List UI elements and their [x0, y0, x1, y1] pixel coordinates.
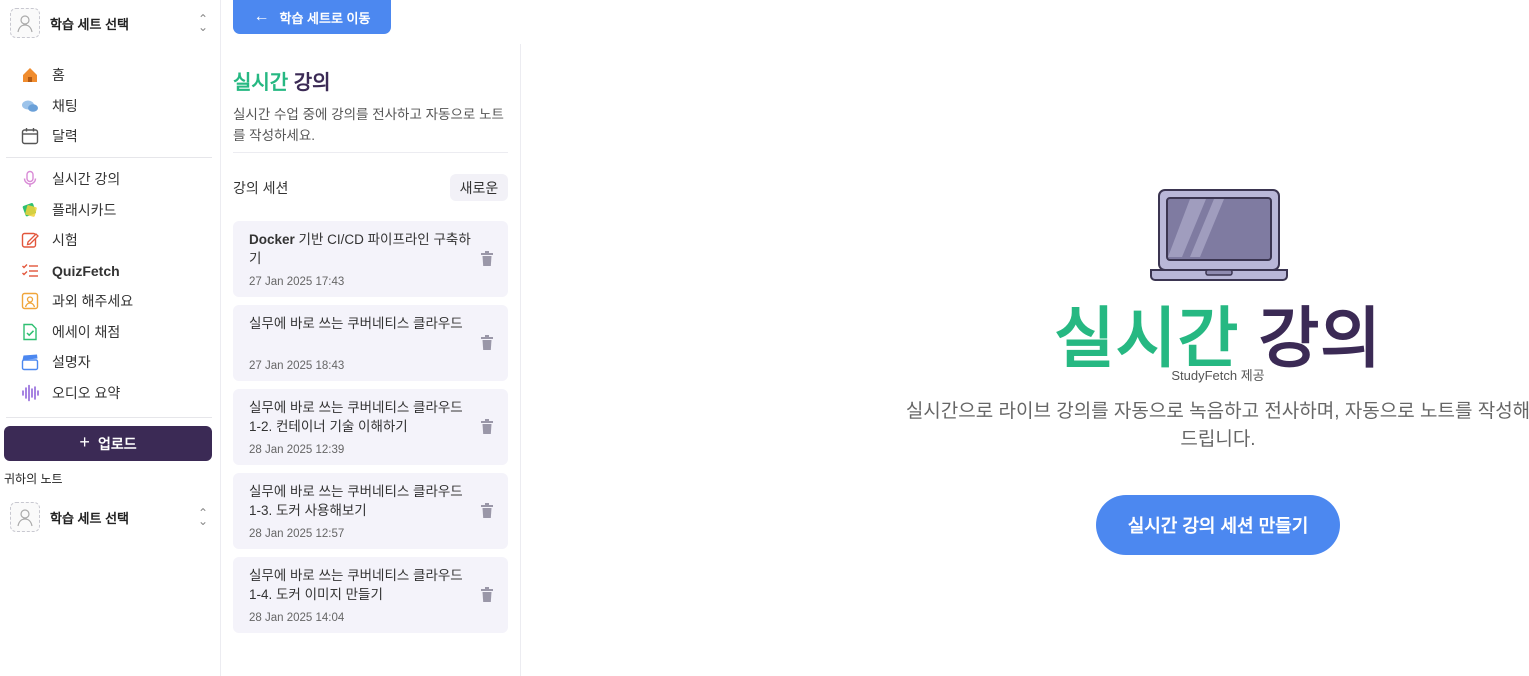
trash-icon[interactable] — [480, 419, 494, 435]
panel-divider — [233, 152, 508, 153]
sidebar-item-label: 달력 — [52, 128, 78, 145]
chevron-up-down-icon: ⌃ ⌄ — [197, 506, 209, 528]
session-title: 실무에 바로 쓰는 쿠버네티스 클라우드 1-2. 컨테이너 기술 이해하기 — [249, 400, 463, 434]
sidebar-item-essay-grading[interactable]: 에세이 채점 — [20, 317, 215, 348]
home-icon — [20, 65, 40, 85]
session-title: Docker 기반 CI/CD 파이프라인 구축하기 — [249, 232, 471, 266]
sidebar-item-label: 시험 — [52, 232, 78, 249]
sidebar-item-label: QuizFetch — [52, 262, 120, 279]
panel-title-green: 실시간 — [233, 72, 289, 94]
lecture-sessions-panel: 실시간 강의 실시간 수업 중에 강의를 전사하고 자동으로 노트를 작성하세요… — [221, 44, 521, 676]
panel-title: 실시간 강의 — [233, 66, 331, 95]
sidebar-item-label: 홈 — [52, 67, 65, 84]
edit-icon — [20, 230, 40, 250]
study-set-selector-bottom[interactable]: 학습 세트 선택 ⌃ ⌄ — [10, 502, 210, 532]
arrow-left-icon: ← — [253, 8, 270, 25]
sidebar-item-label: 채팅 — [52, 97, 78, 114]
trash-icon[interactable] — [480, 335, 494, 351]
sidebar-divider — [6, 417, 212, 418]
sidebar-item-calendar[interactable]: 달력 — [20, 121, 215, 152]
sidebar-item-exam[interactable]: 시험 — [20, 225, 215, 256]
trash-icon[interactable] — [480, 587, 494, 603]
session-date: 28 Jan 2025 12:57 — [249, 528, 345, 540]
sidebar-item-tutor[interactable]: 과외 해주세요 — [20, 286, 215, 317]
panel-title-dark: 강의 — [293, 72, 331, 94]
document-check-icon — [20, 322, 40, 342]
study-set-selector-label: 학습 세트 선택 — [50, 510, 129, 526]
sidebar-item-live-lecture[interactable]: 실시간 강의 — [20, 164, 215, 195]
sidebar-item-label: 과외 해주세요 — [52, 293, 134, 310]
back-label: 학습 세트로 이동 — [279, 10, 371, 26]
plus-icon: + — [79, 432, 90, 452]
create-live-lecture-session-button[interactable]: 실시간 강의 세션 만들기 — [1096, 495, 1340, 555]
session-card[interactable]: 실무에 바로 쓰는 쿠버네티스 클라우드 1-3. 도커 사용해보기 28 Ja… — [233, 473, 508, 549]
upload-button[interactable]: + 업로드 — [4, 426, 212, 461]
back-to-study-set-button[interactable]: ← 학습 세트로 이동 — [233, 0, 391, 34]
panel-description: 실시간 수업 중에 강의를 전사하고 자동으로 노트를 작성하세요. — [233, 107, 504, 143]
hero-section: 실시간 강의 StudyFetch 제공 실시간으로 라이브 강의를 자동으로 … — [521, 0, 1529, 676]
flashcards-icon — [20, 200, 40, 220]
sidebar-item-label: 설명자 — [52, 354, 91, 371]
powered-by-label: StudyFetch 제공 — [1171, 368, 1265, 383]
audio-wave-icon — [20, 383, 40, 403]
sessions-label: 강의 세션 — [233, 180, 289, 196]
tutor-icon — [20, 291, 40, 311]
session-date: 28 Jan 2025 14:04 — [249, 612, 345, 624]
hero-description: 실시간으로 라이브 강의를 자동으로 녹음하고 전사하며, 자동으로 노트를 작… — [905, 401, 1529, 450]
session-title: 실무에 바로 쓰는 쿠버네티스 클라우드 1-3. 도커 사용해보기 — [249, 484, 463, 518]
session-card[interactable]: Docker 기반 CI/CD 파이프라인 구축하기 27 Jan 2025 1… — [233, 221, 508, 297]
trash-icon[interactable] — [480, 251, 494, 267]
chevron-up-down-icon: ⌃ ⌄ — [197, 12, 209, 34]
sidebar-item-quizfetch[interactable]: QuizFetch — [20, 256, 215, 287]
session-title: 실무에 바로 쓰는 쿠버네티스 클라우드 1-4. 도커 이미지 만들기 — [249, 568, 463, 602]
trash-icon[interactable] — [480, 503, 494, 519]
nav-group-main: 홈 채팅 달력 — [20, 60, 215, 152]
sidebar: 학습 세트 선택 ⌃ ⌄ 홈 채팅 달력 실시간 강의 플래시카드 시험 Qui… — [0, 0, 221, 676]
calendar-icon — [20, 126, 40, 146]
sidebar-item-flashcards[interactable]: 플래시카드 — [20, 195, 215, 226]
study-set-selector-top[interactable]: 학습 세트 선택 ⌃ ⌄ — [10, 8, 210, 38]
nav-group-tools: 실시간 강의 플래시카드 시험 QuizFetch 과외 해주세요 에세이 채점… — [20, 164, 215, 408]
clapperboard-icon — [20, 352, 40, 372]
session-date: 27 Jan 2025 18:43 — [249, 360, 345, 372]
study-set-selector-label: 학습 세트 선택 — [50, 16, 129, 32]
sidebar-divider — [6, 157, 212, 158]
sidebar-item-explainer[interactable]: 설명자 — [20, 347, 215, 378]
new-session-button[interactable]: 새로운 — [450, 174, 508, 201]
sidebar-item-label: 플래시카드 — [52, 201, 117, 218]
microphone-icon — [20, 169, 40, 189]
chat-icon — [20, 96, 40, 116]
session-card[interactable]: 실무에 바로 쓰는 쿠버네티스 클라우드 27 Jan 2025 18:43 — [233, 305, 508, 381]
sidebar-item-label: 에세이 채점 — [52, 323, 121, 340]
sidebar-item-audio-summary[interactable]: 오디오 요약 — [20, 378, 215, 409]
checklist-icon — [20, 261, 40, 281]
hero-title-green: 실시간 — [1054, 301, 1240, 375]
laptop-icon — [1150, 189, 1288, 281]
sidebar-item-home[interactable]: 홈 — [20, 60, 215, 91]
sidebar-item-chat[interactable]: 채팅 — [20, 91, 215, 122]
hero-title-dark: 강의 — [1258, 301, 1382, 375]
study-set-avatar — [10, 8, 40, 38]
session-date: 27 Jan 2025 17:43 — [249, 276, 345, 288]
session-date: 28 Jan 2025 12:39 — [249, 444, 345, 456]
session-title: 실무에 바로 쓰는 쿠버네티스 클라우드 — [249, 316, 463, 331]
upload-label: 업로드 — [97, 435, 137, 452]
sidebar-item-label: 오디오 요약 — [52, 384, 121, 401]
my-notes-label: 귀하의 노트 — [4, 472, 63, 486]
session-card[interactable]: 실무에 바로 쓰는 쿠버네티스 클라우드 1-2. 컨테이너 기술 이해하기 2… — [233, 389, 508, 465]
session-card[interactable]: 실무에 바로 쓰는 쿠버네티스 클라우드 1-4. 도커 이미지 만들기 28 … — [233, 557, 508, 633]
study-set-avatar — [10, 502, 40, 532]
sidebar-item-label: 실시간 강의 — [52, 171, 121, 188]
